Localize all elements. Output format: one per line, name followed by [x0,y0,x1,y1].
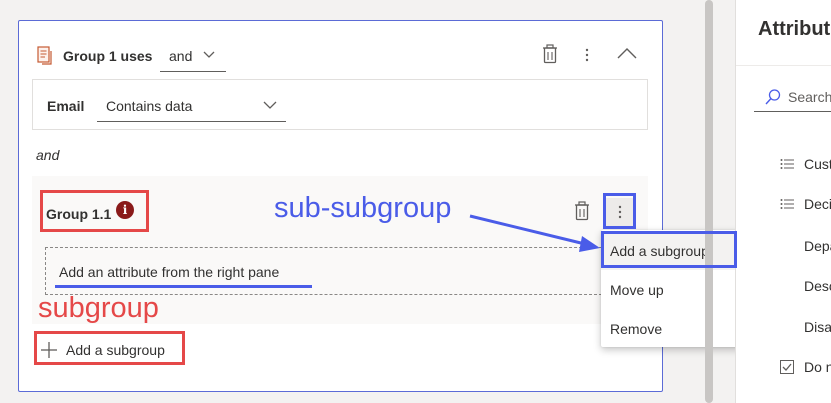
annotation-arrow [469,214,600,252]
